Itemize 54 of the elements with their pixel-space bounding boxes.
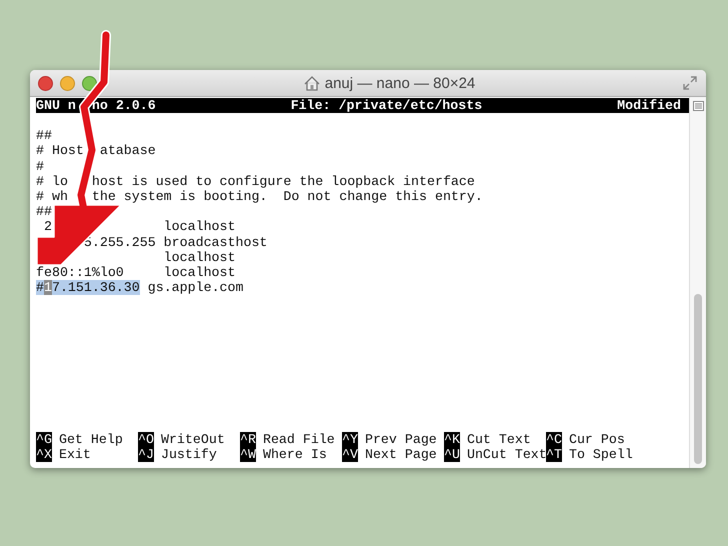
code-text: ## bbox=[36, 204, 52, 220]
shortcut-key: ^X bbox=[36, 446, 52, 462]
shortcut-label: Next Page bbox=[364, 446, 437, 462]
code-text: 2 bbox=[42, 219, 52, 234]
shortcut-key: ^J bbox=[138, 446, 154, 462]
shortcut-label: WriteOut bbox=[160, 432, 225, 447]
minimize-button[interactable] bbox=[60, 76, 75, 90]
selected-text: # bbox=[36, 280, 44, 296]
shortcut-key: ^O bbox=[138, 432, 154, 447]
shortcut-key: ^Y bbox=[342, 432, 358, 447]
shortcut-label: UnCut Text bbox=[466, 446, 547, 462]
resize-icon[interactable] bbox=[682, 75, 698, 91]
window-title: anuj — nano — 80×24 bbox=[324, 74, 476, 92]
version-text: no 2.0.6 bbox=[92, 98, 156, 114]
scroll-thumb[interactable] bbox=[694, 294, 702, 464]
code-text: 5.255.255 broadcasthost bbox=[82, 234, 268, 250]
shortcut-key: ^K bbox=[444, 432, 460, 447]
shortcut-key: ^R bbox=[240, 432, 256, 447]
scrollbar[interactable] bbox=[689, 97, 706, 468]
file-name: File: /private/etc/hosts bbox=[290, 98, 484, 114]
code-text: # wh bbox=[36, 188, 68, 204]
code-text: # lo bbox=[36, 174, 68, 189]
selected-text: 7.151.36.30 bbox=[52, 280, 140, 296]
shortcut-label: Read File bbox=[262, 432, 335, 447]
shortcut-label: Prev Page bbox=[364, 432, 437, 447]
house-icon bbox=[304, 76, 320, 90]
code-text: the system is booting. Do not change this entry. bbox=[90, 188, 483, 204]
code-text: fe80::1%lo0 localhost bbox=[36, 264, 236, 280]
code-text: host is used to configure the loopback interface bbox=[90, 174, 475, 189]
shortcut-label: Get Help bbox=[58, 432, 123, 447]
shortcut-key: ^C bbox=[546, 432, 562, 447]
shortcut-key: ^W bbox=[240, 446, 256, 462]
zoom-button[interactable] bbox=[82, 76, 97, 90]
close-button[interactable] bbox=[38, 76, 53, 90]
code-text: localhost bbox=[162, 219, 236, 234]
list-icon bbox=[692, 101, 704, 111]
shortcut-label: Exit bbox=[58, 446, 91, 462]
shortcut-label: Where Is bbox=[262, 446, 327, 462]
code-text: # Host bbox=[36, 143, 84, 158]
shortcut-label: Cut Text bbox=[466, 432, 531, 447]
version-text: GNU n bbox=[36, 98, 76, 114]
code-text: atabase bbox=[98, 143, 156, 158]
code-text: localhost bbox=[162, 250, 236, 265]
shortcut-label: To Spell bbox=[568, 446, 633, 462]
code-text: ## bbox=[36, 128, 52, 144]
shortcut-key: ^T bbox=[546, 446, 562, 462]
code-text: # bbox=[36, 158, 44, 174]
shortcut-key: ^V bbox=[342, 446, 358, 462]
shortcut-label: Cur Pos bbox=[568, 432, 625, 447]
shortcut-key: ^G bbox=[36, 432, 52, 447]
code-text: gs.apple.com bbox=[146, 280, 244, 296]
shortcut-label: Justify bbox=[160, 446, 217, 462]
modified-status: Modified bbox=[617, 98, 681, 114]
shortcut-key: ^U bbox=[444, 446, 460, 462]
